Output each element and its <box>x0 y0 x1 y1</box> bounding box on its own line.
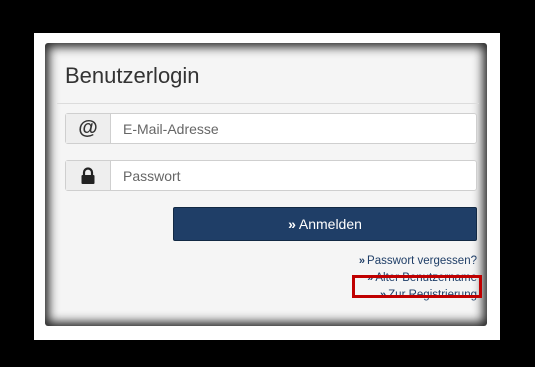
title-divider <box>57 103 479 104</box>
forgot-password-link[interactable]: » Passwort vergessen? <box>359 253 477 270</box>
page-title: Benutzerlogin <box>65 63 200 88</box>
link-label: Passwort vergessen? <box>367 255 477 267</box>
login-button-label: Anmelden <box>298 216 362 232</box>
at-icon: @ <box>78 117 98 139</box>
email-addon: @ <box>66 114 111 143</box>
email-input[interactable] <box>110 114 476 143</box>
email-field[interactable]: @ <box>65 113 477 144</box>
login-button[interactable]: » Anmelden <box>173 207 477 241</box>
password-field[interactable] <box>65 160 477 191</box>
password-input[interactable] <box>110 161 476 190</box>
double-chevron-right-icon: » <box>288 216 296 232</box>
double-chevron-right-icon: » <box>358 255 365 267</box>
screenshot-frame: Benutzerlogin @ » Anmelden »Passwort ver… <box>34 33 500 340</box>
register-link-highlight <box>352 275 482 298</box>
password-addon <box>66 161 111 190</box>
lock-icon <box>81 166 95 184</box>
